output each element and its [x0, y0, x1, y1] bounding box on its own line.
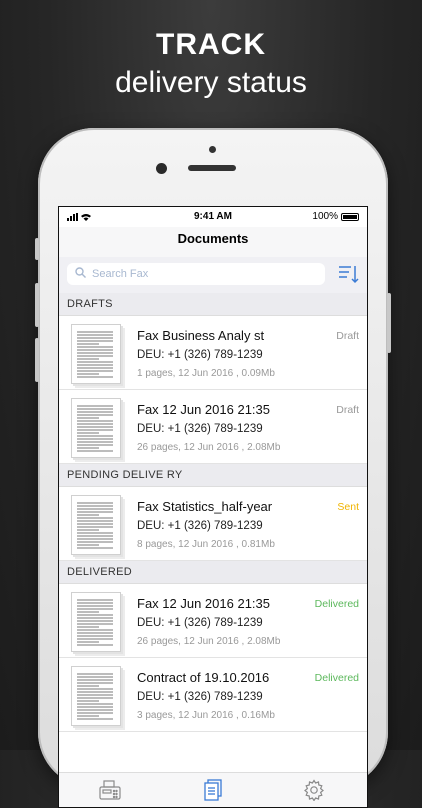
delivery-status: Draft — [336, 330, 359, 342]
document-title: Fax 12 Jun 2016 21:35 — [137, 402, 270, 417]
fax-number: DEU: +1 (326) 789-1239 — [137, 423, 263, 435]
phone-frame: 9:41 AM 100% Documents Search Fax DRAFTS… — [35, 128, 391, 808]
power-button — [387, 293, 391, 353]
tab-send-fax[interactable] — [99, 779, 121, 801]
promo-subline: delivery status — [115, 66, 307, 99]
volume-up-button — [35, 283, 39, 327]
fax-machine-icon — [99, 780, 121, 800]
delivery-status: Delivered — [314, 598, 359, 610]
section-header: DELIVERED — [59, 561, 367, 584]
page-title: Documents — [177, 231, 249, 246]
document-title: Contract of 19.10.2016 — [137, 670, 270, 685]
earpiece-speaker — [188, 165, 236, 171]
document-title: Fax Statistics_half-year — [137, 499, 273, 514]
status-bar: 9:41 AM 100% — [59, 207, 367, 227]
document-thumbnail — [71, 666, 121, 726]
sort-button[interactable] — [337, 263, 359, 285]
search-placeholder: Search Fax — [92, 268, 149, 280]
nav-bar: Documents — [59, 227, 367, 257]
document-meta: 3 pages, 12 Jun 2016 , 0.16Mb — [137, 710, 275, 721]
front-camera — [156, 163, 167, 174]
document-meta: 8 pages, 12 Jun 2016 , 0.81Mb — [137, 539, 275, 550]
document-thumbnail — [71, 495, 121, 555]
tab-documents[interactable] — [202, 779, 224, 801]
search-bar-row: Search Fax — [59, 257, 367, 293]
document-meta: 1 pages, 12 Jun 2016 , 0.09Mb — [137, 368, 275, 379]
volume-down-button — [35, 338, 39, 382]
proximity-sensor — [209, 146, 216, 153]
document-thumbnail — [71, 592, 121, 652]
section-header: DRAFTS — [59, 293, 367, 316]
document-meta: 26 pages, 12 Jun 2016 , 2.08Mb — [137, 442, 281, 453]
tab-bar — [59, 772, 367, 807]
document-meta: 26 pages, 12 Jun 2016 , 2.08Mb — [137, 636, 281, 647]
delivery-status: Delivered — [314, 672, 359, 684]
document-row[interactable]: Fax 12 Jun 2016 21:35 DEU: +1 (326) 789-1… — [59, 584, 367, 658]
app-screen: 9:41 AM 100% Documents Search Fax DRAFTS… — [58, 206, 368, 808]
delivery-status: Sent — [337, 501, 359, 513]
tab-settings[interactable] — [303, 779, 325, 802]
battery-icon — [341, 212, 359, 221]
document-thumbnail — [71, 324, 121, 384]
mute-switch — [35, 238, 39, 260]
document-row[interactable]: Contract of 19.10.2016 DEU: +1 (326) 789-… — [59, 658, 367, 732]
search-input[interactable]: Search Fax — [67, 263, 325, 285]
document-list: DRAFTS Fax Business Analy st DEU: +1 (326)… — [59, 293, 367, 732]
search-icon — [75, 267, 86, 281]
promo-headline: TRACK — [156, 28, 266, 61]
documents-icon — [204, 779, 222, 801]
document-row[interactable]: Fax Statistics_half-year DEU: +1 (326) 78… — [59, 487, 367, 561]
document-title: Fax 12 Jun 2016 21:35 — [137, 596, 270, 611]
fax-number: DEU: +1 (326) 789-1239 — [137, 617, 263, 629]
document-row[interactable]: Fax Business Analy st DEU: +1 (326) 789-1… — [59, 316, 367, 390]
section-header: PENDING DELIVE RY — [59, 464, 367, 487]
fax-number: DEU: +1 (326) 789-1239 — [137, 349, 263, 361]
battery-status: 100% — [312, 211, 359, 222]
document-row[interactable]: Fax 12 Jun 2016 21:35 DEU: +1 (326) 789-1… — [59, 390, 367, 464]
fax-number: DEU: +1 (326) 789-1239 — [137, 691, 263, 703]
document-thumbnail — [71, 398, 121, 458]
delivery-status: Draft — [336, 404, 359, 416]
document-title: Fax Business Analy st — [137, 328, 265, 343]
sort-icon — [339, 266, 359, 284]
battery-percent: 100% — [312, 211, 338, 222]
gear-icon — [304, 779, 324, 802]
fax-number: DEU: +1 (326) 789-1239 — [137, 520, 263, 532]
